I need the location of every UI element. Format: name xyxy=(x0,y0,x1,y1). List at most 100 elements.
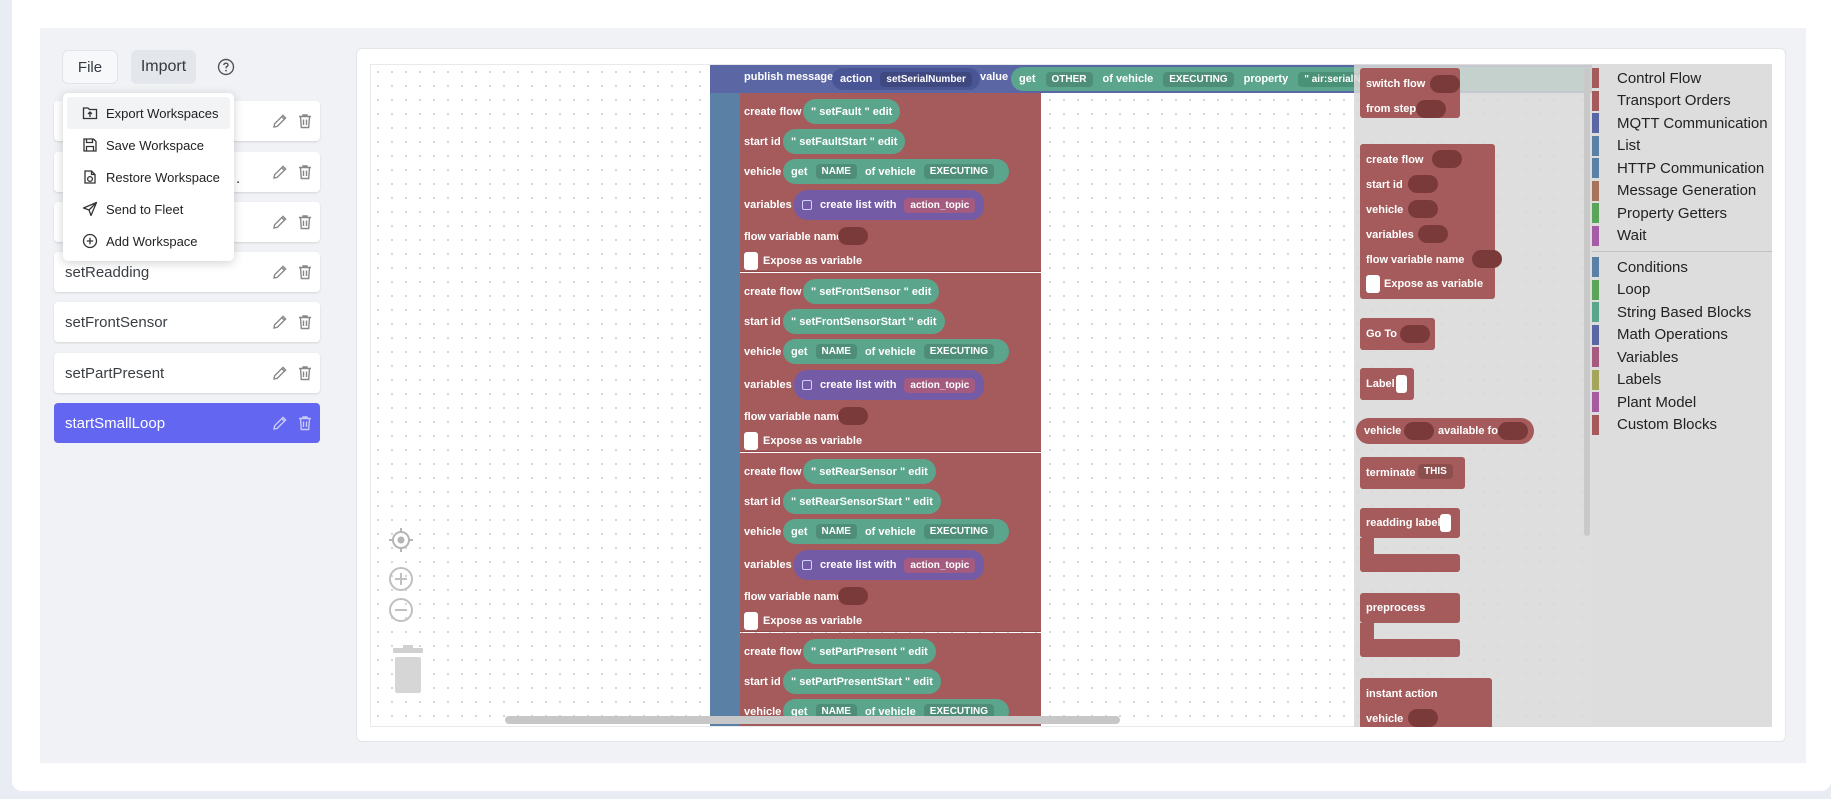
toolbox-category[interactable]: Message Generation xyxy=(1592,180,1756,202)
create-flow-block[interactable]: create flow start id vehicle variables f… xyxy=(1360,144,1502,299)
expose-checkbox[interactable] xyxy=(744,432,758,450)
get-name-block[interactable]: get NAME of vehicle EXECUTING xyxy=(783,159,1009,184)
menu-export-workspaces[interactable]: Export Workspaces xyxy=(67,97,230,129)
expose-checkbox[interactable] xyxy=(744,612,758,630)
zoom-out-icon[interactable] xyxy=(388,597,414,623)
zoom-in-icon[interactable] xyxy=(388,566,414,592)
gear-icon[interactable] xyxy=(802,200,812,210)
input-slot[interactable] xyxy=(1408,709,1438,727)
file-button[interactable]: File xyxy=(62,50,118,84)
edit-icon[interactable] xyxy=(270,413,290,433)
switch-flow-block[interactable]: switch flow from step xyxy=(1360,68,1460,118)
create-list-block[interactable]: create list with action_topic xyxy=(794,370,984,400)
delete-icon[interactable] xyxy=(295,162,315,182)
edit-icon[interactable] xyxy=(270,111,290,131)
menu-save-workspace[interactable]: Save Workspace xyxy=(67,129,230,161)
gear-icon[interactable] xyxy=(802,380,812,390)
edit-icon[interactable] xyxy=(270,312,290,332)
flow-var-slot[interactable] xyxy=(838,227,868,245)
toolbox-category[interactable]: List xyxy=(1592,135,1640,157)
edit-icon[interactable] xyxy=(270,212,290,232)
toolbox-category[interactable]: Plant Model xyxy=(1592,391,1696,413)
instant-action-block[interactable]: instant action vehicle xyxy=(1360,678,1492,727)
edit-icon[interactable] xyxy=(270,363,290,383)
input-slot[interactable] xyxy=(1416,100,1446,118)
toolbox-category[interactable]: MQTT Communication xyxy=(1592,112,1768,134)
menu-send-to-fleet[interactable]: Send to Fleet xyxy=(67,193,230,225)
create-flow-block[interactable]: create flow " setFrontSensor " edit star… xyxy=(740,273,1041,452)
delete-icon[interactable] xyxy=(295,212,315,232)
vehicle-available-block[interactable]: vehicle available for xyxy=(1356,418,1534,444)
input-slot[interactable] xyxy=(1432,150,1462,168)
edit-icon[interactable] xyxy=(270,262,290,282)
trash-can-icon[interactable] xyxy=(390,645,426,695)
flow-name-field[interactable]: " setFrontSensor " edit xyxy=(803,279,940,304)
flow-name-field[interactable]: " setFault " edit xyxy=(803,99,901,124)
workspace-item-startsmallloop[interactable]: startSmallLoop xyxy=(54,403,320,443)
horizontal-scrollbar[interactable] xyxy=(505,716,1120,724)
input-slot[interactable] xyxy=(1498,422,1528,440)
readding-label-block[interactable]: readding label xyxy=(1360,508,1460,538)
flow-var-slot[interactable] xyxy=(838,407,868,425)
create-flow-block[interactable]: create flow " setPartPresent " edit star… xyxy=(740,633,1041,726)
delete-icon[interactable] xyxy=(295,413,315,433)
label-field[interactable] xyxy=(1440,514,1451,532)
toolbox-category[interactable]: Conditions xyxy=(1592,256,1688,278)
input-slot[interactable] xyxy=(1472,250,1502,268)
action-field[interactable]: action setSerialNumber xyxy=(832,68,980,90)
menu-add-workspace[interactable]: Add Workspace xyxy=(67,225,230,257)
input-slot[interactable] xyxy=(1430,75,1460,93)
toolbox-category[interactable]: Transport Orders xyxy=(1592,90,1731,112)
toolbox-category[interactable]: Wait xyxy=(1592,225,1646,247)
start-id-field[interactable]: " setPartPresentStart " edit xyxy=(783,669,941,694)
get-name-block[interactable]: get NAME of vehicle EXECUTING xyxy=(783,339,1009,364)
expose-checkbox[interactable] xyxy=(744,252,758,270)
label-block[interactable]: Label xyxy=(1360,368,1414,400)
toolbox-category[interactable]: Labels xyxy=(1592,369,1661,391)
recenter-icon[interactable] xyxy=(388,527,414,553)
menu-restore-workspace[interactable]: Restore Workspace xyxy=(67,161,230,193)
toolbox-category[interactable]: Variables xyxy=(1592,346,1678,368)
go-to-block[interactable]: Go To xyxy=(1360,318,1435,350)
toolbox-category[interactable]: Custom Blocks xyxy=(1592,414,1717,436)
label-field[interactable] xyxy=(1396,375,1407,393)
input-slot[interactable] xyxy=(1400,325,1430,343)
create-flow-block[interactable]: create flow " setRearSensor " edit start… xyxy=(740,453,1041,632)
expose-checkbox[interactable] xyxy=(1366,275,1380,293)
help-icon[interactable] xyxy=(217,58,235,76)
toolbox-category[interactable]: Property Getters xyxy=(1592,202,1727,224)
start-id-field[interactable]: " setFaultStart " edit xyxy=(783,129,906,154)
flyout-scrollbar[interactable] xyxy=(1584,68,1590,536)
import-button[interactable]: Import xyxy=(131,50,196,84)
create-list-block[interactable]: create list with action_topic xyxy=(794,550,984,580)
input-slot[interactable] xyxy=(1408,200,1438,218)
toolbox-category[interactable]: Loop xyxy=(1592,279,1650,301)
delete-icon[interactable] xyxy=(295,111,315,131)
terminate-block[interactable]: terminate THIS xyxy=(1360,457,1465,489)
loop-block-spine[interactable] xyxy=(710,65,740,726)
workspace-item-setpartpresent[interactable]: setPartPresent xyxy=(54,353,320,393)
input-slot[interactable] xyxy=(1418,225,1448,243)
flow-name-field[interactable]: " setPartPresent " edit xyxy=(803,639,936,664)
gear-icon[interactable] xyxy=(802,560,812,570)
input-slot[interactable] xyxy=(1404,422,1434,440)
delete-icon[interactable] xyxy=(295,312,315,332)
delete-icon[interactable] xyxy=(295,363,315,383)
toolbox-category[interactable]: Math Operations xyxy=(1592,324,1728,346)
edit-icon[interactable] xyxy=(270,162,290,182)
delete-icon[interactable] xyxy=(295,262,315,282)
create-flow-block[interactable]: create flow " setFault " edit start id "… xyxy=(740,93,1041,272)
toolbox-category[interactable]: Control Flow xyxy=(1592,67,1701,89)
create-list-block[interactable]: create list with action_topic xyxy=(794,190,984,220)
workspace-item-setfrontsensor[interactable]: setFrontSensor xyxy=(54,302,320,342)
send-icon xyxy=(82,201,98,217)
flow-var-slot[interactable] xyxy=(838,587,868,605)
input-slot[interactable] xyxy=(1408,175,1438,193)
start-id-field[interactable]: " setFrontSensorStart " edit xyxy=(783,309,945,334)
flow-name-field[interactable]: " setRearSensor " edit xyxy=(803,459,936,484)
toolbox-category[interactable]: String Based Blocks xyxy=(1592,301,1751,323)
toolbox-category[interactable]: HTTP Communication xyxy=(1592,157,1764,179)
preprocess-block[interactable]: preprocess xyxy=(1360,593,1460,623)
get-name-block[interactable]: get NAME of vehicle EXECUTING xyxy=(783,519,1009,544)
start-id-field[interactable]: " setRearSensorStart " edit xyxy=(783,489,941,514)
